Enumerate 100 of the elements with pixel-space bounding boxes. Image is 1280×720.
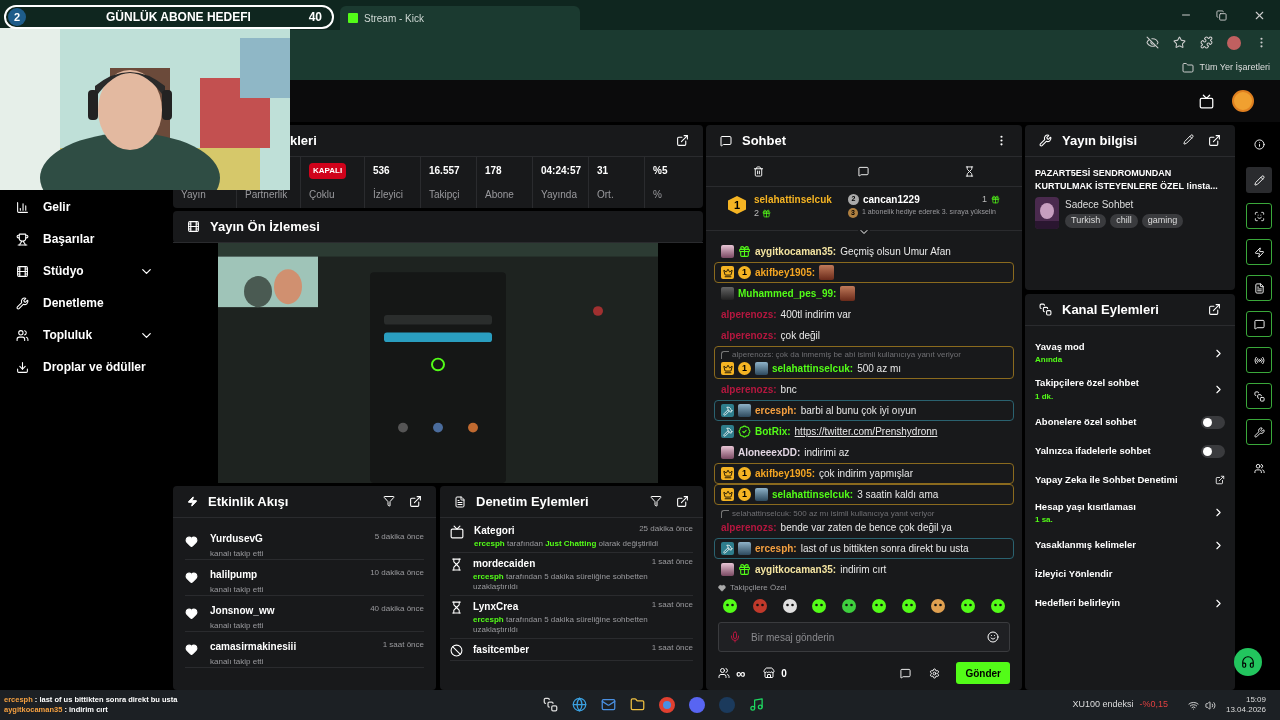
chat-username[interactable]: aygitkocaman35: xyxy=(755,563,837,576)
chrome-icon[interactable] xyxy=(658,697,675,713)
toggle-switch[interactable] xyxy=(1201,415,1225,429)
chat-username[interactable]: akifbey1905: xyxy=(755,266,816,279)
heart-icon xyxy=(185,571,198,584)
settings-icon[interactable] xyxy=(929,667,941,679)
music-icon[interactable] xyxy=(748,697,764,712)
sidebar-item[interactable]: Topluluk xyxy=(0,323,170,347)
tv-icon[interactable] xyxy=(1199,93,1214,109)
emote-icon[interactable] xyxy=(781,598,798,614)
channel-action-item[interactable]: Yalnızca ifadelerle sohbet xyxy=(1035,441,1225,461)
gift-count: 1 xyxy=(982,192,987,206)
channel-action-item[interactable]: Yavaş mod Anında xyxy=(1035,340,1225,367)
send-button[interactable]: Gönder xyxy=(956,662,1010,684)
star-icon[interactable] xyxy=(1173,36,1186,49)
sidebar-item[interactable]: Başarılar xyxy=(0,227,170,251)
support-button[interactable] xyxy=(1234,648,1262,676)
tag[interactable]: gaming xyxy=(1141,214,1184,228)
channel-action-item[interactable]: İzleyici Yönlendir xyxy=(1035,564,1225,584)
chat-username[interactable]: selahattinselcuk: xyxy=(772,488,854,501)
rail-button[interactable] xyxy=(1246,167,1272,193)
tag[interactable]: Turkish xyxy=(1065,214,1107,228)
category-name[interactable]: Sadece Sohbet xyxy=(1065,197,1184,212)
smiley-icon[interactable] xyxy=(987,631,999,643)
panel-title: Sohbet xyxy=(742,131,788,150)
emote-icon[interactable] xyxy=(930,598,947,614)
popout-icon[interactable] xyxy=(1208,303,1221,316)
chat-username[interactable]: BotRix: xyxy=(755,425,791,438)
document-icon xyxy=(1253,282,1265,294)
sidebar-item[interactable]: Gelir xyxy=(0,195,170,219)
pencil-icon[interactable] xyxy=(1183,134,1194,145)
puzzle-icon[interactable] xyxy=(1200,36,1213,49)
browser-tab[interactable]: Stream - Kick xyxy=(340,6,580,30)
chat-link[interactable]: https://twitter.com/Prenshydronn xyxy=(794,424,938,439)
chat-username[interactable]: ercesph: xyxy=(755,542,797,555)
folder-icon[interactable] xyxy=(629,697,645,712)
task-view-icon[interactable] xyxy=(542,697,558,712)
profile-avatar[interactable] xyxy=(1227,35,1241,50)
emote-icon[interactable] xyxy=(960,598,977,614)
tag[interactable]: chill xyxy=(1110,214,1138,228)
rail-button[interactable] xyxy=(1246,239,1272,265)
user-avatar[interactable] xyxy=(1232,90,1254,112)
trash-icon[interactable] xyxy=(753,166,765,177)
channel-action-item[interactable]: Takipçilere özel sohbet 1 dk. xyxy=(1035,376,1225,403)
wifi-icon[interactable] xyxy=(1187,699,1199,711)
chat-icon[interactable] xyxy=(900,667,912,679)
emote-icon[interactable] xyxy=(722,598,738,614)
emote-icon[interactable] xyxy=(900,598,917,614)
chat-icon[interactable] xyxy=(858,166,870,177)
globe-icon[interactable] xyxy=(571,697,587,712)
rail-button[interactable] xyxy=(1246,347,1272,373)
emote-icon[interactable] xyxy=(870,598,887,614)
volume-icon[interactable] xyxy=(1204,699,1216,711)
ban-icon xyxy=(450,644,463,657)
chat-username[interactable]: AloneeexDD: xyxy=(738,446,801,459)
rail-button[interactable] xyxy=(1246,275,1272,301)
restore-icon[interactable] xyxy=(1216,9,1227,21)
emote-icon[interactable] xyxy=(989,598,1006,614)
rail-button[interactable] xyxy=(1246,383,1272,409)
emote-icon[interactable] xyxy=(841,598,858,614)
rail-button[interactable] xyxy=(1246,203,1272,229)
sidebar-item[interactable]: Denetleme xyxy=(0,291,170,315)
pencil-icon xyxy=(1253,174,1265,186)
channel-action-item[interactable]: Hesap yaşı kısıtlaması 1 sa. xyxy=(1035,499,1225,526)
message-input[interactable]: Bir mesaj gönderin xyxy=(751,629,977,645)
chat-username[interactable]: aygitkocaman35: xyxy=(755,245,837,258)
popout-icon[interactable] xyxy=(676,495,689,508)
store-icon[interactable] xyxy=(763,667,776,679)
chat-username[interactable]: selahattinselcuk: xyxy=(772,362,854,375)
filter-icon[interactable] xyxy=(383,495,395,507)
bookmarks-link[interactable]: Tüm Yer İşaretleri xyxy=(1199,60,1270,75)
stat-label: Takipçi xyxy=(429,188,461,202)
hourglass-icon[interactable] xyxy=(963,166,975,177)
mail-icon[interactable] xyxy=(600,697,616,712)
sidebar-item[interactable]: Droplar ve ödüller xyxy=(0,355,170,379)
toggle-switch[interactable] xyxy=(1201,444,1225,458)
discord-icon[interactable] xyxy=(688,697,705,713)
popout-icon[interactable] xyxy=(676,134,689,147)
sidebar-item[interactable]: Stüdyo xyxy=(0,259,170,283)
channel-action-item[interactable]: Yapay Zeka ile Sohbet Denetimi xyxy=(1035,470,1225,490)
og-badge-icon xyxy=(721,563,734,576)
chat-username[interactable]: ercesph: xyxy=(755,404,797,417)
eye-off-icon[interactable] xyxy=(1146,36,1159,49)
popout-icon[interactable] xyxy=(1208,134,1221,147)
channel-action-item[interactable]: Abonelere özel sohbet xyxy=(1035,412,1225,432)
rail-button[interactable] xyxy=(1246,311,1272,337)
microphone-icon[interactable] xyxy=(729,631,741,643)
emote-icon[interactable] xyxy=(811,598,828,614)
filter-icon[interactable] xyxy=(650,495,662,507)
popout-icon[interactable] xyxy=(409,495,422,508)
rail-button[interactable] xyxy=(1246,419,1272,445)
channel-action-item[interactable]: Hedefleri belirleyin xyxy=(1035,593,1225,613)
stat-label: % xyxy=(653,188,663,202)
chat-username[interactable]: akifbey1905: xyxy=(755,467,816,480)
message-field[interactable]: Bir mesaj gönderin xyxy=(718,622,1010,652)
chat-username[interactable]: Muhammed_pes_99: xyxy=(738,287,837,300)
chat-text: çok indirim yapmışlar xyxy=(819,467,913,481)
film-icon xyxy=(16,264,29,278)
channel-action-item[interactable]: Yasaklanmış kelimeler xyxy=(1035,535,1225,555)
og-badge-icon xyxy=(755,362,768,375)
